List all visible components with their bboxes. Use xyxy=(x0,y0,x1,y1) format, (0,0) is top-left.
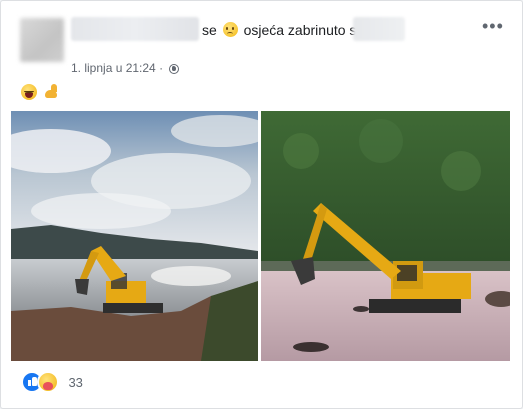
post-text xyxy=(21,83,61,101)
excavator-in-water-photo[interactable] xyxy=(261,111,510,361)
globe-icon[interactable] xyxy=(169,64,180,74)
post-headline: se osjeća zabrinuto s xyxy=(202,20,356,40)
excavator-on-shore-photo[interactable] xyxy=(11,111,258,361)
author-name-redacted[interactable] xyxy=(71,17,199,41)
more-options-icon[interactable]: ••• xyxy=(482,17,504,35)
avatar[interactable] xyxy=(20,18,64,62)
flexed-biceps-icon xyxy=(43,83,59,100)
feeling-text: osjeća zabrinuto s xyxy=(243,22,357,38)
post-timestamp[interactable]: 1. lipnja u 21:24 · xyxy=(71,61,163,75)
laughing-face-icon xyxy=(21,83,37,100)
care-icon[interactable] xyxy=(37,371,59,393)
post-card: se osjeća zabrinuto s ••• 1. lipnja u 21… xyxy=(0,0,523,409)
tagged-name-redacted[interactable] xyxy=(353,17,405,41)
reactions-bar[interactable]: 33 xyxy=(21,371,83,393)
status-word: se xyxy=(202,22,217,38)
post-meta: 1. lipnja u 21:24 · xyxy=(71,60,180,76)
worried-face-icon xyxy=(222,22,238,37)
reaction-count[interactable]: 33 xyxy=(68,375,82,390)
